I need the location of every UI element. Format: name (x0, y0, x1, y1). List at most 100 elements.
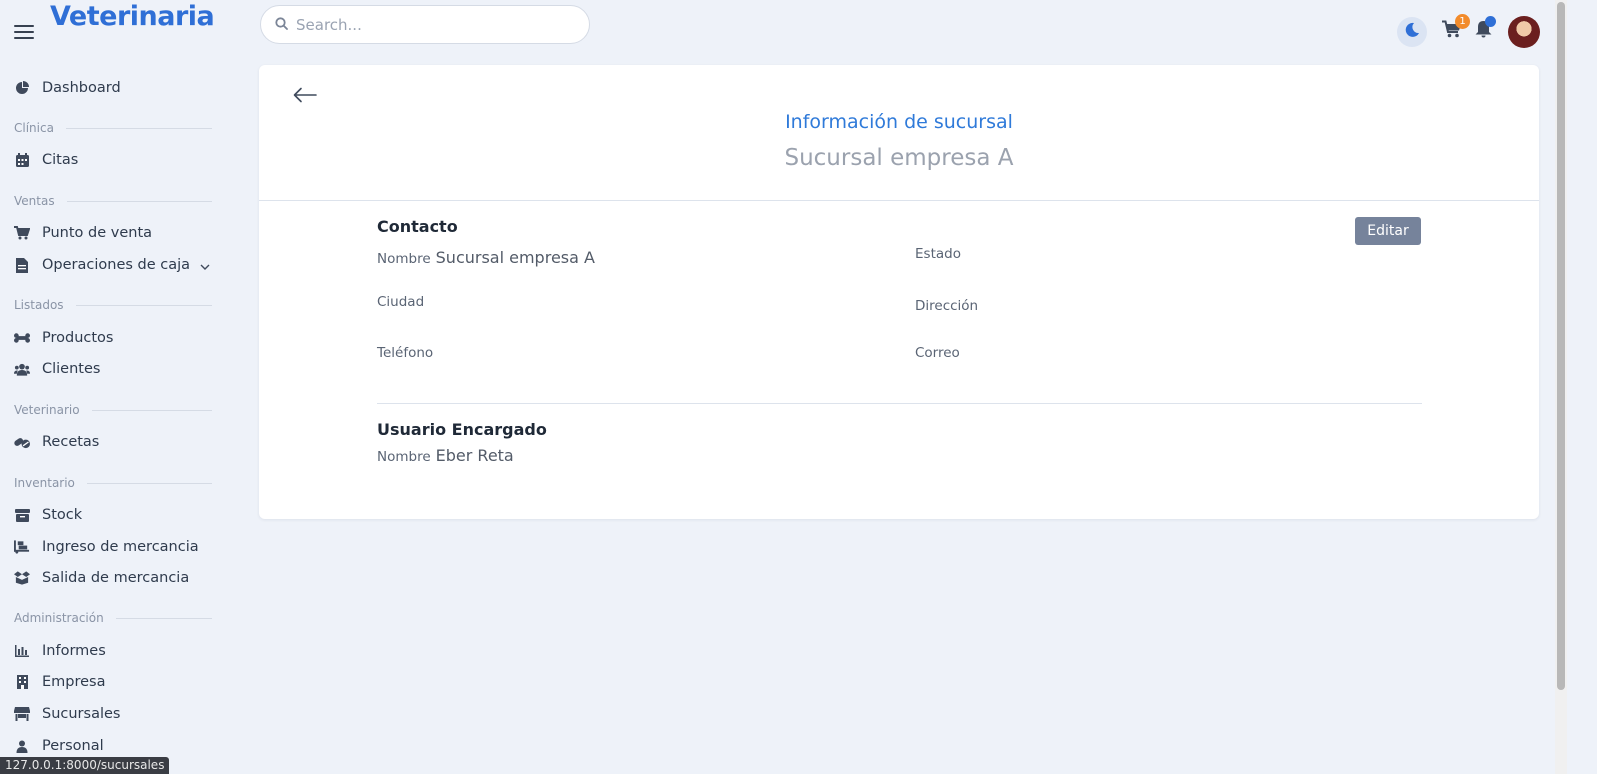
field-manager-nombre: Nombre Eber Reta (377, 446, 514, 465)
page-title: Información de sucursal (785, 111, 1013, 133)
section-label: Listados (14, 298, 64, 312)
page-scrollbar[interactable] (1555, 0, 1567, 774)
box-open-icon (14, 570, 30, 586)
field-telefono: Teléfono (377, 345, 433, 361)
sidebar-item-dashboard[interactable]: Dashboard (14, 77, 121, 99)
field-nombre: Nombre Sucursal empresa A (377, 248, 595, 267)
field-ciudad: Ciudad (377, 294, 424, 310)
divider (91, 409, 212, 411)
field-label: Estado (915, 246, 961, 262)
sidebar: Veterinaria Dashboard Clínica Citas Vent… (0, 0, 243, 774)
sidebar-item-recetas[interactable]: Recetas (14, 431, 99, 453)
sidebar-item-salida-de-mercancia[interactable]: Salida de mercancia (14, 567, 189, 589)
box-icon (14, 507, 30, 523)
sidebar-item-label: Stock (42, 507, 83, 523)
sidebar-item-personal[interactable]: Personal (14, 735, 104, 757)
brand-logo: Veterinaria (50, 1, 215, 32)
divider (86, 482, 212, 484)
search-bar[interactable] (260, 5, 590, 44)
section-administracion: Administración (14, 611, 212, 625)
building-icon (14, 674, 30, 690)
calendar-icon (14, 152, 30, 168)
section-label: Administración (14, 611, 104, 625)
bone-icon (14, 330, 30, 346)
field-direccion: Dirección (915, 298, 978, 314)
sidebar-item-label: Empresa (42, 674, 106, 690)
section-label: Inventario (14, 476, 75, 490)
manager-heading: Usuario Encargado (377, 420, 547, 439)
brand-row (14, 14, 34, 50)
pills-icon (14, 434, 30, 450)
notification-dot (1485, 16, 1496, 27)
section-inventario: Inventario (14, 476, 212, 490)
scrollbar-thumb[interactable] (1557, 2, 1565, 690)
cart-icon (14, 225, 30, 241)
field-value: Sucursal empresa A (435, 248, 595, 267)
field-label: Correo (915, 345, 960, 361)
section-clinica: Clínica (14, 121, 212, 135)
divider (66, 200, 212, 202)
sidebar-item-clientes[interactable]: Clientes (14, 358, 100, 380)
back-arrow-icon[interactable] (293, 87, 317, 107)
page-subtitle: Sucursal empresa A (784, 145, 1014, 171)
field-label: Teléfono (377, 345, 434, 361)
divider (75, 304, 212, 306)
sidebar-item-label: Clientes (42, 361, 101, 377)
cart-count-badge: 1 (1455, 14, 1470, 29)
field-label: Nombre (377, 251, 431, 267)
section-label: Clínica (14, 121, 54, 135)
search-input[interactable] (296, 15, 566, 34)
sidebar-item-label: Informes (42, 643, 106, 659)
edit-button[interactable]: Editar (1355, 217, 1421, 245)
field-value: Eber Reta (435, 446, 514, 465)
sidebar-item-label: Punto de venta (42, 225, 153, 241)
users-icon (14, 738, 30, 754)
dark-mode-toggle[interactable] (1397, 17, 1427, 47)
field-label: Nombre (377, 449, 431, 465)
chevron-down-icon[interactable] (200, 257, 210, 276)
sidebar-item-label: Sucursales (42, 706, 121, 722)
sidebar-item-label: Recetas (42, 434, 100, 450)
section-veterinario: Veterinario (14, 403, 212, 417)
sidebar-item-ingreso-de-mercancia[interactable]: Ingreso de mercancia (14, 536, 199, 558)
users-icon (14, 361, 30, 377)
sidebar-item-informes[interactable]: Informes (14, 640, 106, 662)
sidebar-item-empresa[interactable]: Empresa (14, 671, 106, 693)
section-listados: Listados (14, 298, 212, 312)
sidebar-item-operaciones-de-caja[interactable]: Operaciones de caja (14, 254, 214, 276)
sidebar-item-stock[interactable]: Stock (14, 504, 82, 526)
document-icon (14, 257, 30, 273)
section-label: Veterinario (14, 403, 80, 417)
divider (377, 403, 1422, 404)
sidebar-item-citas[interactable]: Citas (14, 149, 78, 171)
section-label: Ventas (14, 194, 55, 208)
field-label: Dirección (915, 298, 979, 314)
section-ventas: Ventas (14, 194, 212, 208)
sidebar-item-label: Ingreso de mercancia (42, 539, 199, 555)
contact-heading: Contacto (377, 217, 458, 236)
sidebar-item-label: Operaciones de caja (42, 257, 191, 273)
store-icon (14, 706, 30, 722)
sidebar-item-productos[interactable]: Productos (14, 327, 113, 349)
sidebar-item-sucursales[interactable]: Sucursales (14, 703, 120, 725)
sidebar-item-label: Productos (42, 330, 114, 346)
moon-icon (1404, 22, 1420, 42)
sidebar-item-label: Salida de mercancia (42, 570, 190, 586)
divider (65, 127, 212, 129)
sidebar-item-label: Dashboard (42, 80, 121, 96)
field-label: Ciudad (377, 294, 425, 310)
dolly-icon (14, 539, 30, 555)
sidebar-item-punto-de-venta[interactable]: Punto de venta (14, 222, 152, 244)
sidebar-item-label: Citas (42, 152, 79, 168)
status-url: 127.0.0.1:8000/sucursales (0, 757, 170, 774)
sidebar-item-label: Personal (42, 738, 104, 754)
pie-chart-icon (14, 80, 30, 96)
field-estado: Estado (915, 246, 961, 262)
divider (115, 617, 212, 619)
branch-info-card: Información de sucursal Sucursal empresa… (259, 65, 1539, 519)
avatar[interactable] (1508, 16, 1540, 48)
search-icon (275, 15, 288, 34)
divider (259, 200, 1539, 201)
menu-icon[interactable] (14, 25, 34, 39)
bar-chart-icon (14, 643, 30, 659)
